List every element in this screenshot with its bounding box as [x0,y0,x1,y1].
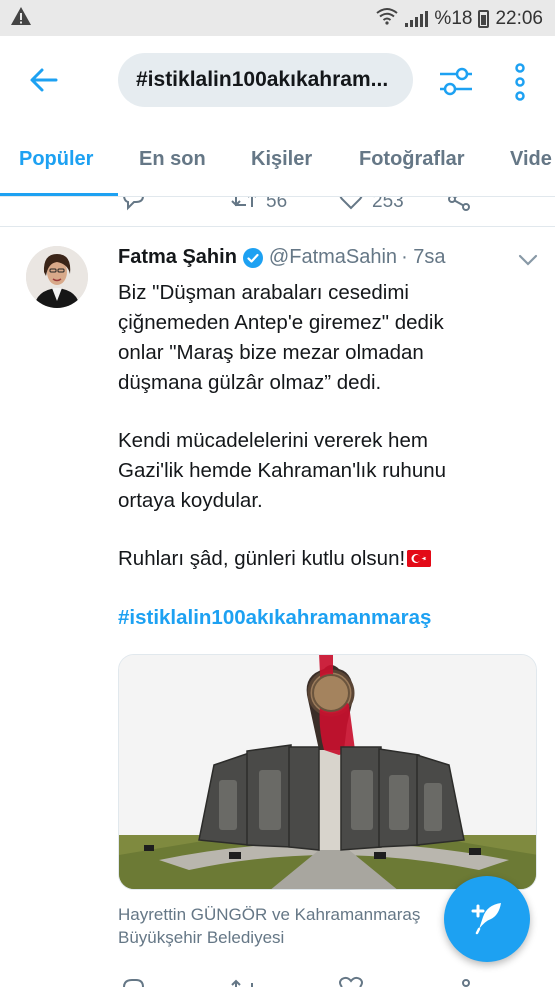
signal-bars-icon [405,11,429,27]
search-tabs: Popüler En son Kişiler Fotoğraflar Vide [0,126,555,197]
reply-icon [120,197,146,217]
reply-icon[interactable] [120,974,146,987]
like-count: 253 [372,197,404,212]
verified-badge-icon [242,247,263,268]
tweet-header: Fatma Şahin @FatmaSahin · 7sa [118,246,495,269]
reply-button[interactable] [120,197,146,217]
text-line: Gazi'lik hemde Kahraman'lık ruhunu [118,459,447,482]
author-handle[interactable]: @FatmaSahin [269,246,397,269]
photo-tags[interactable]: Hayrettin GÜNGÖR ve Kahramanmaraş Büyükş… [118,903,458,949]
share-button[interactable] [446,197,472,217]
text-line: düşmana gülzâr olmaz” dedi. [118,371,382,394]
filter-sliders-icon[interactable] [436,62,476,100]
text-line: Kendi mücadelelerini vererek hem [118,429,428,452]
text-line: onlar "Maraş bize mezar olmadan [118,341,424,364]
heart-icon [338,197,364,217]
clock: 22:06 [495,8,543,29]
search-input[interactable]: #istiklalin100akıkahram... [118,53,413,107]
compose-tweet-button[interactable] [444,876,530,962]
text-line: Biz "Düşman arabaları cesedimi [118,281,409,304]
share-icon [446,197,472,217]
heart-icon[interactable] [338,974,364,987]
battery-percent: %18 [434,8,473,29]
retweet-icon[interactable] [230,974,258,987]
retweet-count: 56 [266,197,288,212]
hashtag-link[interactable]: #istiklalin100akıkahramanmaraş [118,606,431,630]
app-bar: #istiklalin100akıkahram... [0,36,555,126]
tweet-actions [0,974,555,987]
previous-tweet-actions: 56 253 [0,197,555,227]
tweet-photo[interactable] [118,654,537,890]
text-line-with-flag: Ruhları şâd, günleri kutlu olsun! [118,544,538,574]
compose-feather-icon [465,895,509,944]
more-vertical-icon[interactable] [508,62,532,102]
battery-icon [478,10,490,28]
share-icon[interactable] [446,974,472,987]
status-bar: %18 22:06 [0,0,555,36]
retweet-icon [230,197,258,217]
tab-people[interactable]: Kişiler [251,148,312,171]
tab-popular[interactable]: Popüler [19,148,93,171]
chevron-down-icon[interactable] [518,253,538,267]
avatar[interactable] [26,246,88,308]
tweet-card[interactable]: Fatma Şahin @FatmaSahin · 7sa Biz "Düşma… [0,228,555,987]
turkey-flag-icon [407,550,432,567]
tweet-time: · 7sa [401,246,446,268]
author-name[interactable]: Fatma Şahin [118,246,237,269]
retweet-button[interactable]: 56 [230,197,287,217]
warning-triangle-icon [10,6,32,32]
tab-videos[interactable]: Vide [510,148,552,171]
caption-line: Hayrettin GÜNGÖR ve Kahramanmaraş [118,905,421,924]
back-arrow-icon[interactable] [24,60,64,100]
text-line: ortaya koydular. [118,489,263,512]
caption-line: Büyükşehir Belediyesi [118,928,285,947]
wifi-icon [375,7,399,31]
tweet-text: Biz "Düşman arabaları cesedimi çiğnemede… [118,278,538,574]
search-query-text: #istiklalin100akıkahram... [136,68,389,91]
tab-photos[interactable]: Fotoğraflar [359,148,465,171]
text-line: Ruhları şâd, günleri kutlu olsun! [118,547,406,570]
tab-latest[interactable]: En son [139,148,206,171]
text-line: çiğnemeden Antep'e giremez" dedik [118,311,444,334]
like-button[interactable]: 253 [338,197,404,217]
